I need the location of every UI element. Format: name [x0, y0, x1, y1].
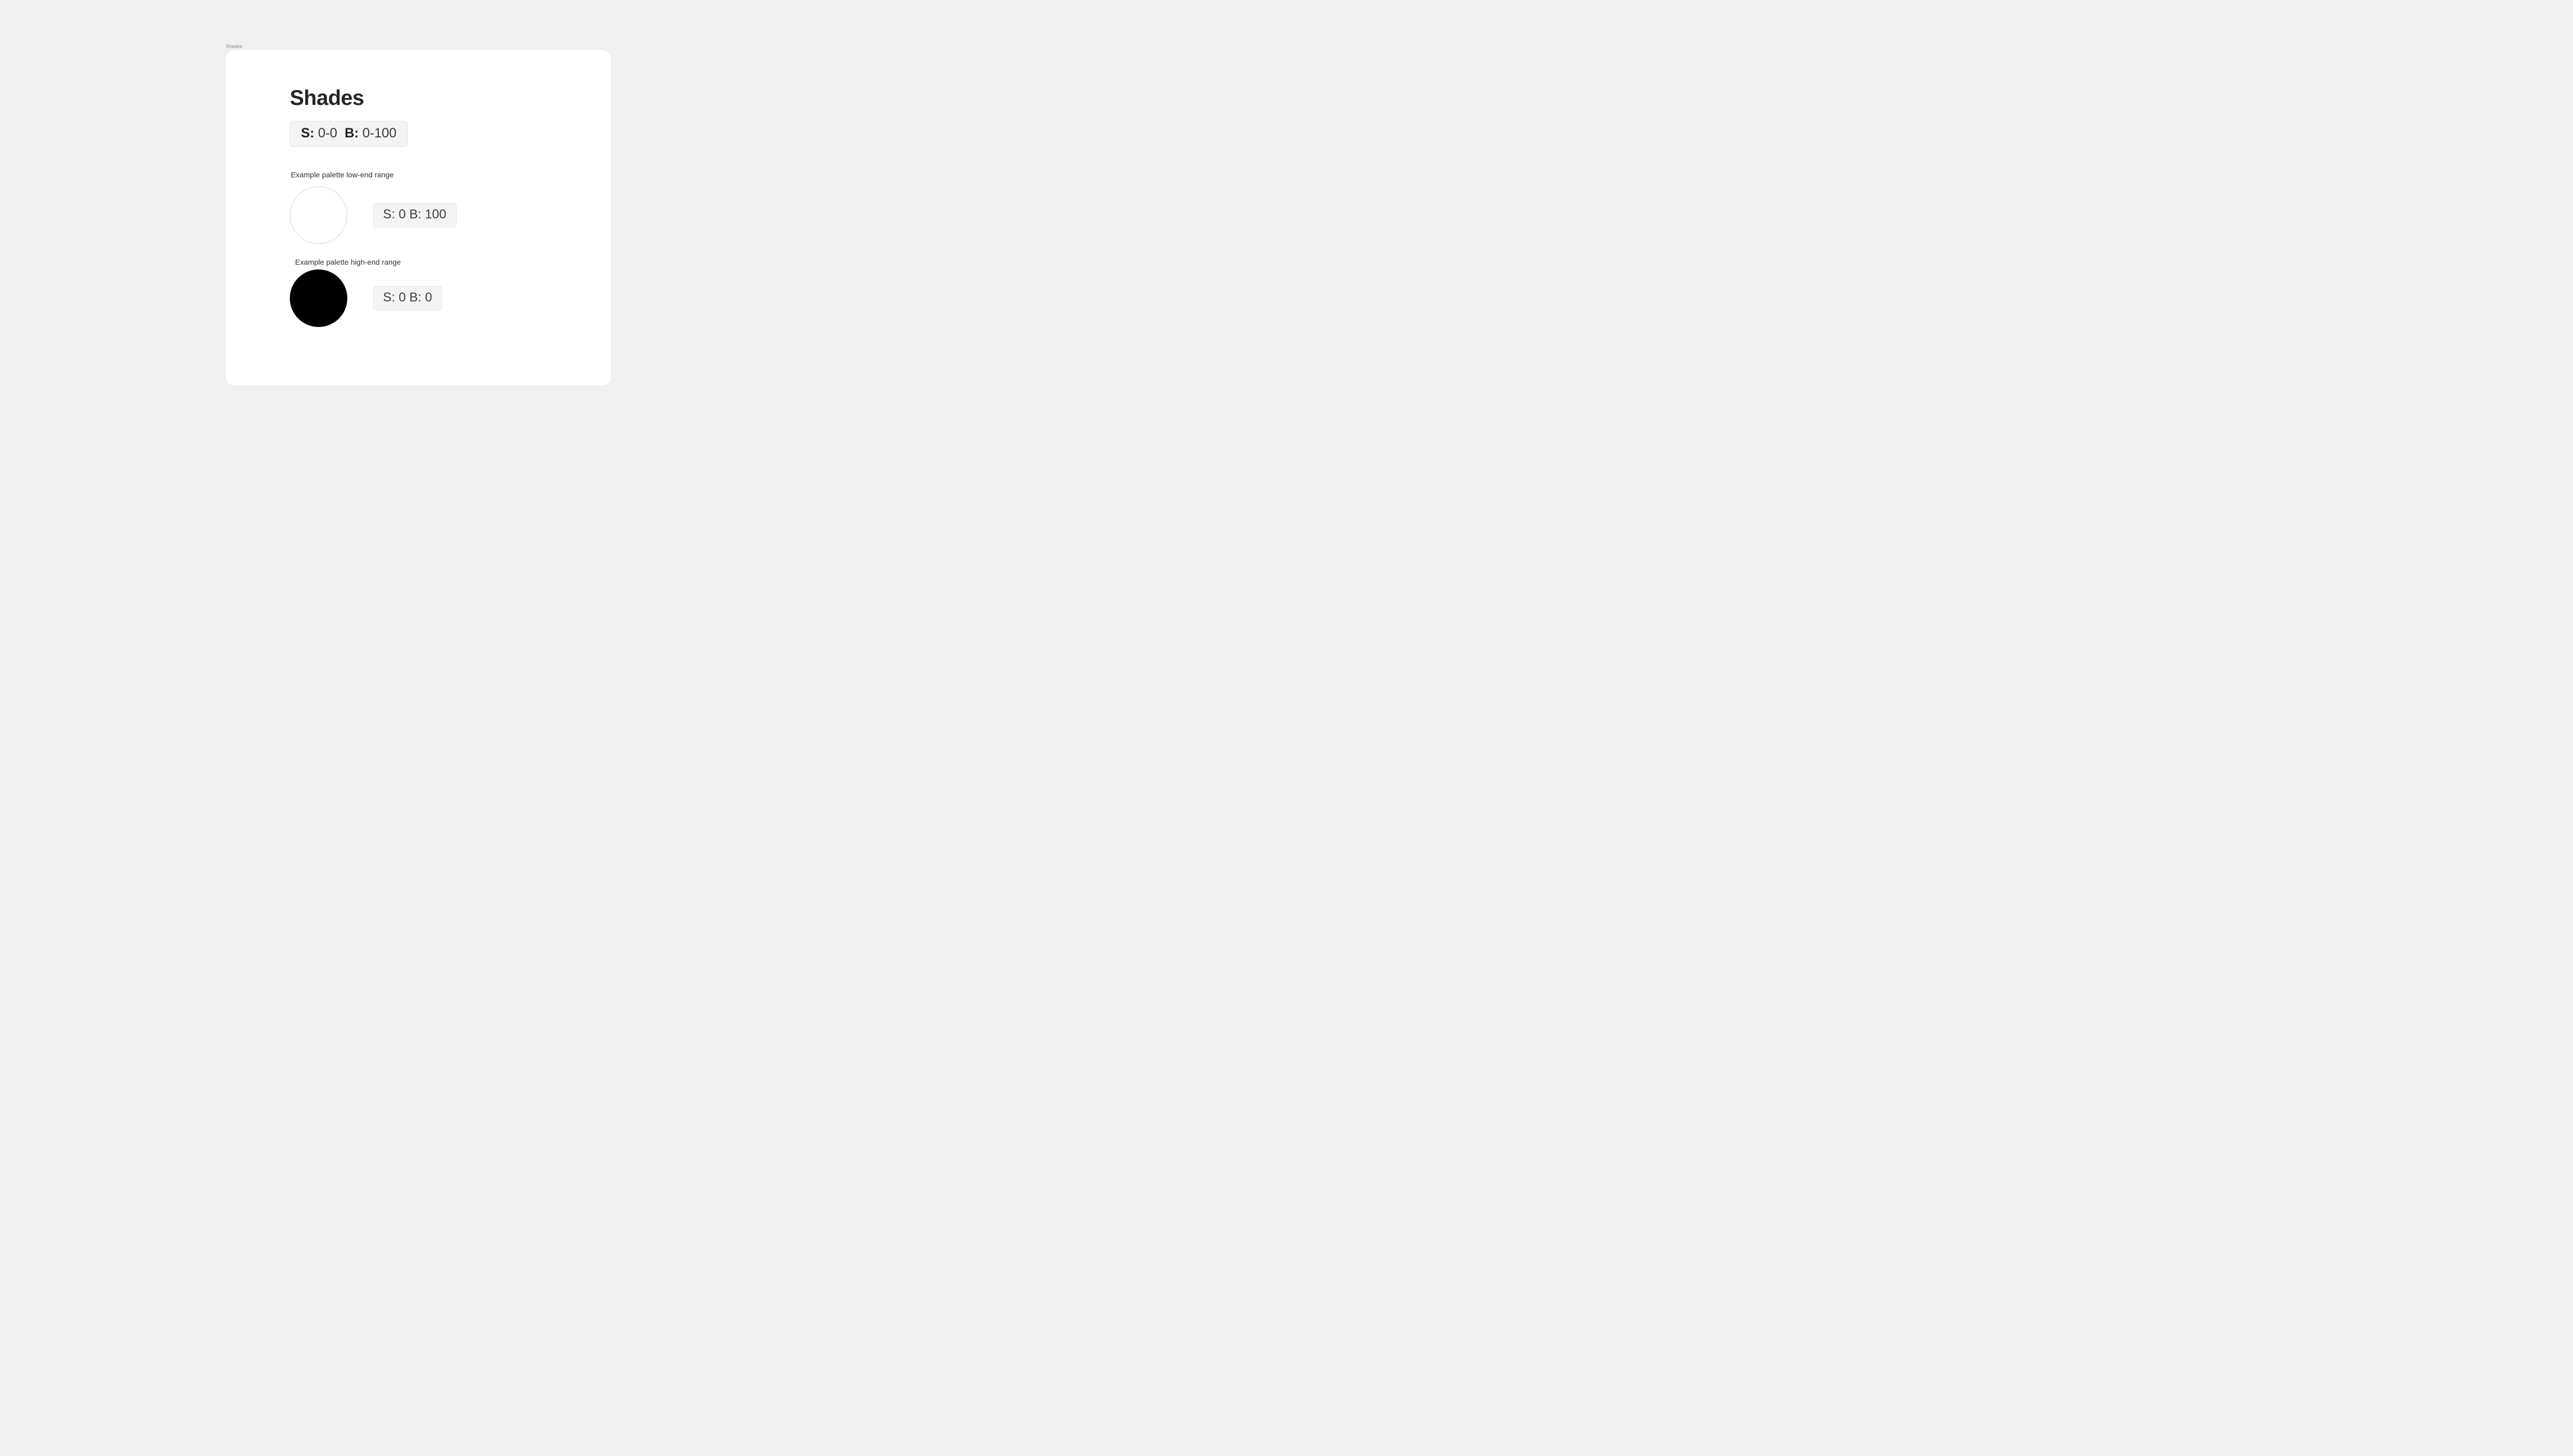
b-range-label: B: [345, 126, 359, 141]
high-end-row: S: 0 B: 0 [290, 269, 611, 327]
s-range-label: S: [301, 126, 314, 141]
low-end-value-box: S: 0 B: 100 [373, 203, 457, 227]
low-end-section: Example palette low-end range S: 0 B: 10… [290, 170, 611, 244]
shades-card: Shades S: 0-0 B: 0-100 Example palette l… [226, 50, 611, 386]
header-range-box: S: 0-0 B: 0-100 [290, 121, 408, 147]
low-end-swatch [290, 186, 347, 244]
high-end-swatch [290, 269, 347, 327]
high-end-section: Example palette high-end range S: 0 B: 0 [290, 258, 611, 327]
b-range-value: 0-100 [362, 126, 396, 141]
low-end-row: S: 0 B: 100 [290, 186, 611, 244]
s-range-value: 0-0 [318, 126, 337, 141]
low-end-label: Example palette low-end range [290, 170, 611, 179]
page-title: Shades [290, 86, 611, 110]
card-label: Shades [226, 44, 2573, 49]
high-end-value-box: S: 0 B: 0 [373, 286, 442, 310]
high-end-label: Example palette high-end range [294, 258, 611, 266]
